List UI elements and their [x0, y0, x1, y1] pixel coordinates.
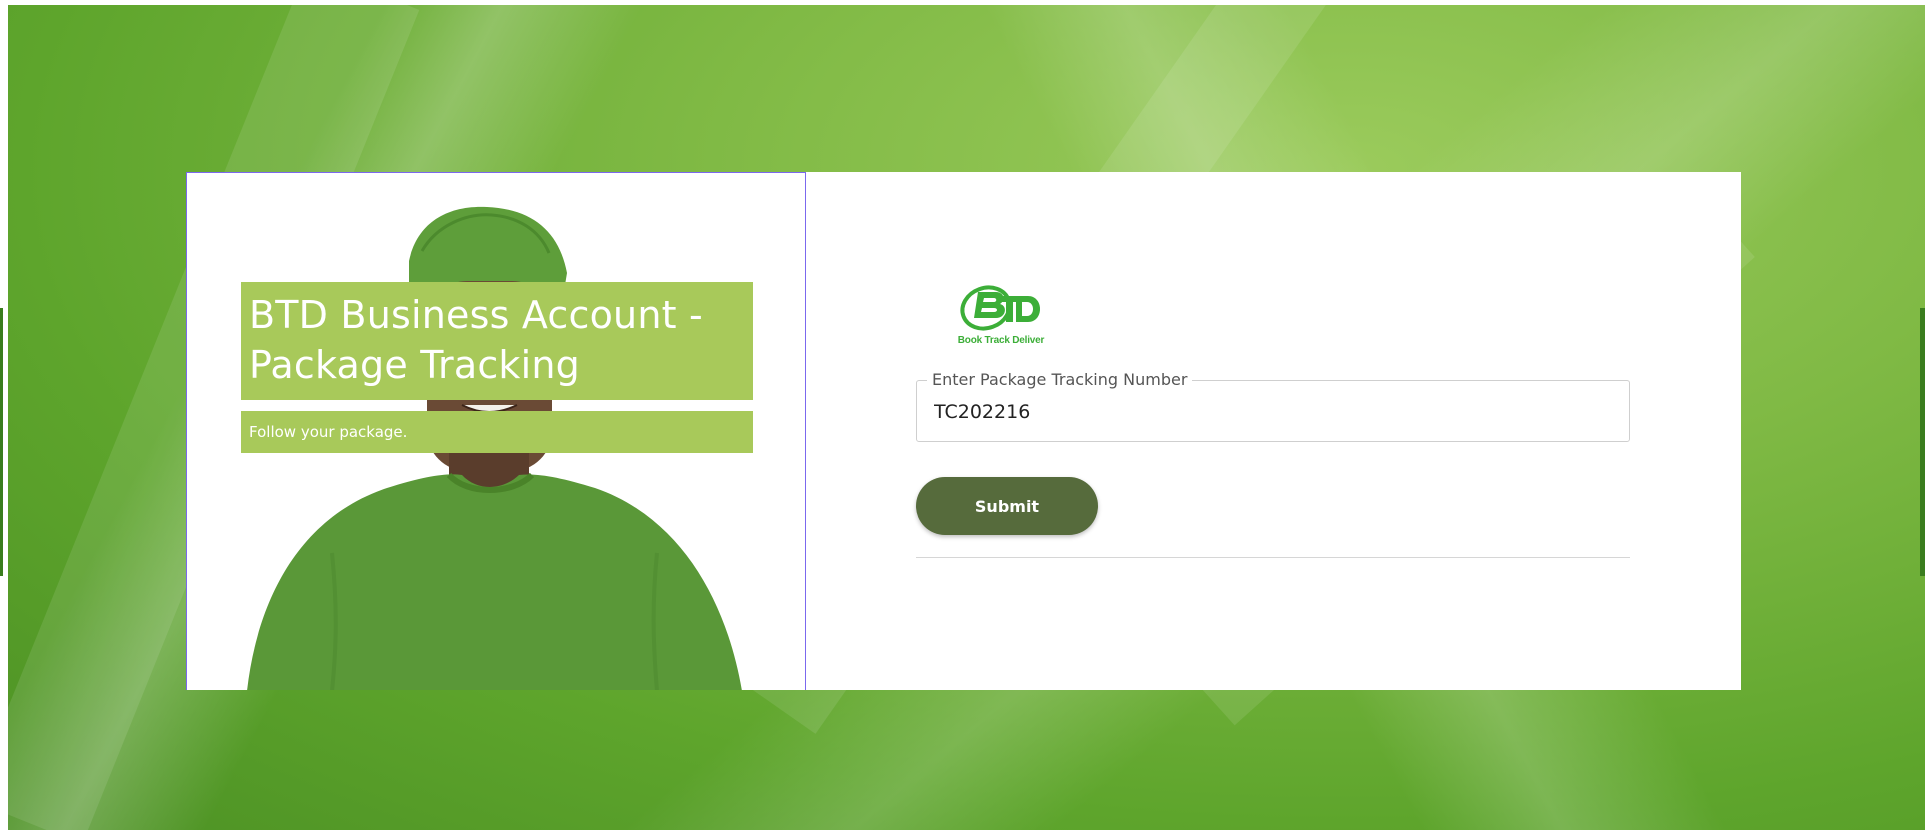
- hero-subtitle-banner: Follow your package.: [241, 411, 753, 453]
- submit-button[interactable]: Submit: [916, 477, 1098, 535]
- tracking-number-input[interactable]: [934, 397, 1614, 427]
- tracking-number-field: Enter Package Tracking Number: [916, 370, 1630, 442]
- btd-logo-mark: [960, 285, 1040, 331]
- logo-caption: Book Track Deliver: [957, 335, 1045, 346]
- btd-logo: Book Track Deliver: [956, 282, 1046, 352]
- right-edge-tab[interactable]: [1920, 308, 1925, 576]
- hero-panel: BTD Business Account - Package Tracking …: [186, 172, 806, 690]
- page-title: BTD Business Account - Package Tracking: [249, 293, 703, 387]
- form-divider: [916, 557, 1630, 558]
- page-subtitle: Follow your package.: [249, 423, 408, 441]
- tracking-card: BTD Business Account - Package Tracking …: [186, 172, 1741, 690]
- tracking-number-label: Enter Package Tracking Number: [927, 370, 1193, 389]
- left-edge-tab[interactable]: [0, 308, 3, 576]
- hero-title-banner: BTD Business Account - Package Tracking: [241, 282, 753, 400]
- form-panel: Book Track Deliver Enter Package Trackin…: [806, 172, 1741, 690]
